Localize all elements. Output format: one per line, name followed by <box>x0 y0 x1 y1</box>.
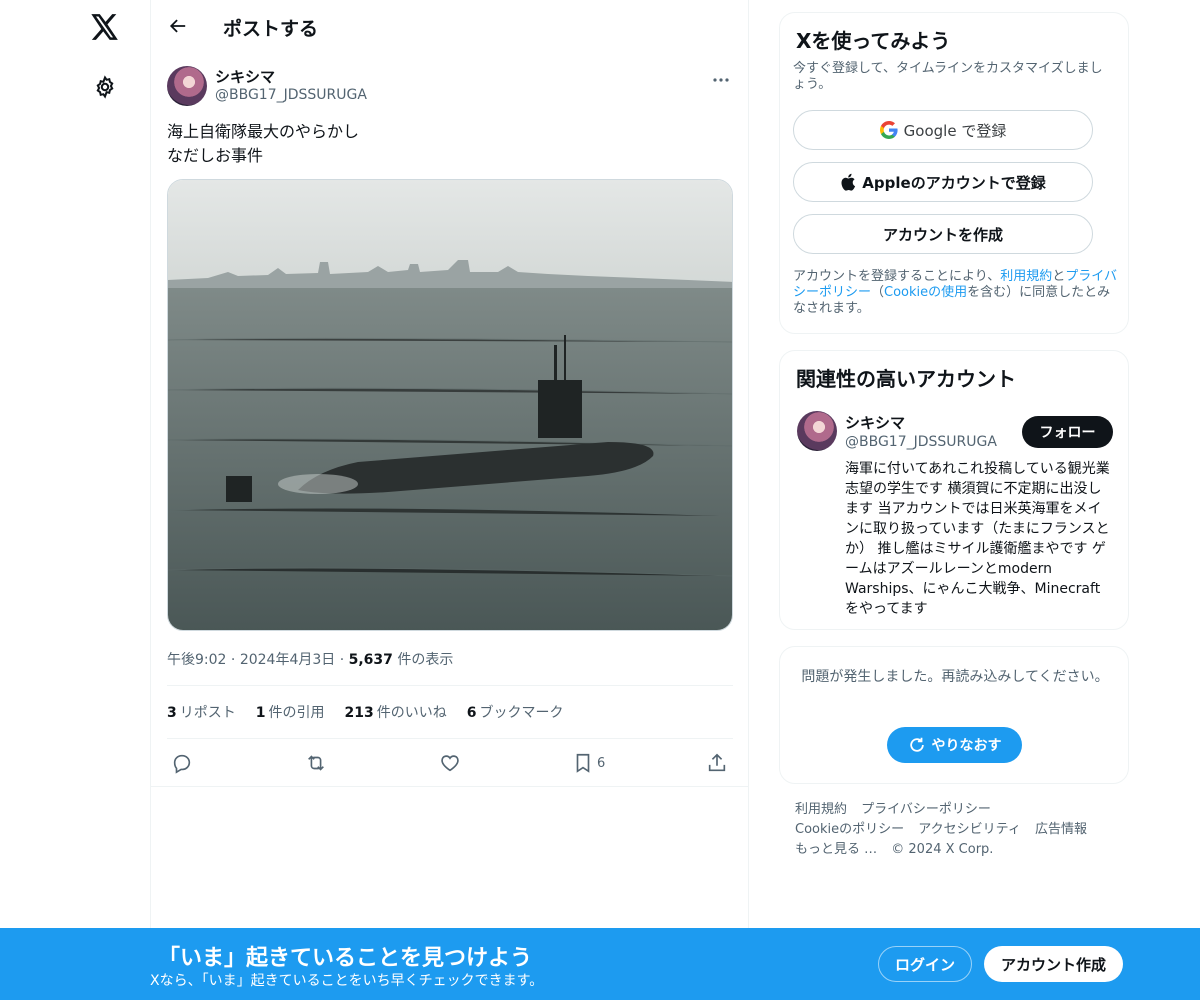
likes-stat[interactable]: 213 件のいいね <box>345 702 447 722</box>
reply-icon[interactable] <box>171 748 193 778</box>
footer-copyright: © 2024 X Corp. <box>891 842 994 857</box>
footer-link-accessibility[interactable]: アクセシビリティ <box>918 822 1021 837</box>
footer-link-terms[interactable]: 利用規約 <box>795 802 847 817</box>
retry-label: やりなおす <box>931 738 1002 754</box>
heart-icon[interactable] <box>439 748 461 778</box>
repost-icon[interactable] <box>304 748 328 778</box>
google-signup-button[interactable]: Google で登録 <box>793 110 1093 150</box>
bookmarks-stat[interactable]: 6 ブックマーク <box>467 702 564 722</box>
meta-separator: · <box>339 652 345 668</box>
submarine-photo <box>168 180 732 630</box>
refresh-icon <box>909 737 924 752</box>
error-card: 問題が発生しました。再読み込みしてください。 やりなおす <box>779 646 1129 784</box>
bottom-bar-title: 「いま」起きていることを見つけよう <box>158 946 533 971</box>
views-count: 5,637 <box>348 652 393 668</box>
signup-button[interactable]: アカウント作成 <box>984 946 1123 982</box>
related-account-bio: 海軍に付いてあれこれ投稿している観光業志望の学生です 横須賀に不定期に出没します… <box>845 461 1110 617</box>
post-image[interactable] <box>167 179 733 631</box>
bookmark-icon <box>576 753 590 773</box>
avatar[interactable] <box>797 411 837 451</box>
related-accounts-card: 関連性の高いアカウント シキシマ @BBG17_JDSSURUGA フォロー 海… <box>779 350 1129 630</box>
reposts-stat[interactable]: 3 リポスト <box>167 702 236 722</box>
more-icon[interactable] <box>709 70 733 90</box>
post-author: シキシマ @BBG17_JDSSURUGA <box>167 64 733 108</box>
google-icon <box>879 121 898 139</box>
divider <box>167 685 733 686</box>
x-logo-icon[interactable] <box>88 10 122 44</box>
bottom-bar-subtitle: Xなら、「いま」起きていることをいち早くチェックできます。 <box>150 973 544 989</box>
app-root: ポストする シキシマ @BBG17_JDSSURUGA 海上自衛隊最大のやらかし… <box>0 0 1200 1000</box>
author-name[interactable]: シキシマ <box>215 66 275 87</box>
related-title: 関連性の高いアカウント <box>796 367 1016 391</box>
gear-icon[interactable] <box>91 73 119 101</box>
related-account-handle[interactable]: @BBG17_JDSSURUGA <box>845 434 997 450</box>
post-date[interactable]: 2024年4月3日 <box>240 652 335 668</box>
arrow-left-icon[interactable] <box>163 11 193 41</box>
apple-signup-label: Appleのアカウントで登録 <box>862 173 1046 192</box>
divider <box>167 738 733 739</box>
bookmark-count: 6 <box>597 755 606 771</box>
avatar[interactable] <box>167 66 207 106</box>
retry-button[interactable]: やりなおす <box>887 727 1022 763</box>
login-button[interactable]: ログイン <box>878 946 972 982</box>
create-account-button[interactable]: アカウントを作成 <box>793 214 1093 254</box>
bookmark-button[interactable]: 6 <box>573 748 605 778</box>
signup-subtitle: 今すぐ登録して、タイムラインをカスタマイズしましょう。 <box>793 61 1103 92</box>
quotes-stat[interactable]: 1 件の引用 <box>256 702 325 722</box>
post-actions: 6 <box>167 748 733 778</box>
post-time[interactable]: 午後9:02 <box>167 652 226 668</box>
footer-link-privacy[interactable]: プライバシーポリシー <box>861 802 991 817</box>
post-text-line: なだしお事件 <box>167 146 264 165</box>
post-text-line: 海上自衛隊最大のやらかし <box>167 122 360 141</box>
divider <box>151 786 749 787</box>
bottom-signup-bar: 「いま」起きていることを見つけよう Xなら、「いま」起きていることをいち早くチェ… <box>0 928 1200 1000</box>
footer-links: 利用規約 プライバシーポリシー Cookieのポリシー アクセシビリティ 広告情… <box>795 800 1115 860</box>
related-account-name[interactable]: シキシマ <box>845 412 905 433</box>
post-meta: 午後9:02 · 2024年4月3日 · 5,637 件の表示 <box>167 649 453 669</box>
signup-title: Xを使ってみよう <box>796 29 951 53</box>
footer-link-more[interactable]: もっと見る … <box>795 842 877 857</box>
apple-signup-button[interactable]: Appleのアカウントで登録 <box>793 162 1093 202</box>
legal-text: アカウントを登録することにより、利用規約とプライバシーポリシー（Cookieの使… <box>793 269 1118 316</box>
apple-icon <box>841 173 856 191</box>
signup-card: Xを使ってみよう 今すぐ登録して、タイムラインをカスタマイズしましょう。 Goo… <box>779 12 1129 334</box>
meta-separator: · <box>230 652 236 668</box>
post-text: 海上自衛隊最大のやらかし なだしお事件 <box>167 120 733 168</box>
views-label: 件の表示 <box>397 652 454 668</box>
main-column: ポストする シキシマ @BBG17_JDSSURUGA 海上自衛隊最大のやらかし… <box>150 0 749 1000</box>
terms-link[interactable]: 利用規約 <box>1000 269 1052 284</box>
post-header: ポストする <box>151 0 749 53</box>
error-message: 問題が発生しました。再読み込みしてください。 <box>801 669 1109 685</box>
author-handle[interactable]: @BBG17_JDSSURUGA <box>215 87 367 103</box>
cookie-link[interactable]: Cookieの使用 <box>884 285 967 300</box>
create-account-label: アカウントを作成 <box>882 225 1003 244</box>
footer-link-cookie[interactable]: Cookieのポリシー <box>795 822 904 837</box>
post-stats: 3 リポスト 1 件の引用 213 件のいいね 6 ブックマーク <box>167 702 563 722</box>
share-icon[interactable] <box>706 748 728 778</box>
google-signup-label: Google で登録 <box>903 121 1007 140</box>
footer-link-ads[interactable]: 広告情報 <box>1035 822 1087 837</box>
page-title: ポストする <box>223 18 319 40</box>
follow-button[interactable]: フォロー <box>1022 416 1113 448</box>
left-nav <box>0 0 150 1000</box>
